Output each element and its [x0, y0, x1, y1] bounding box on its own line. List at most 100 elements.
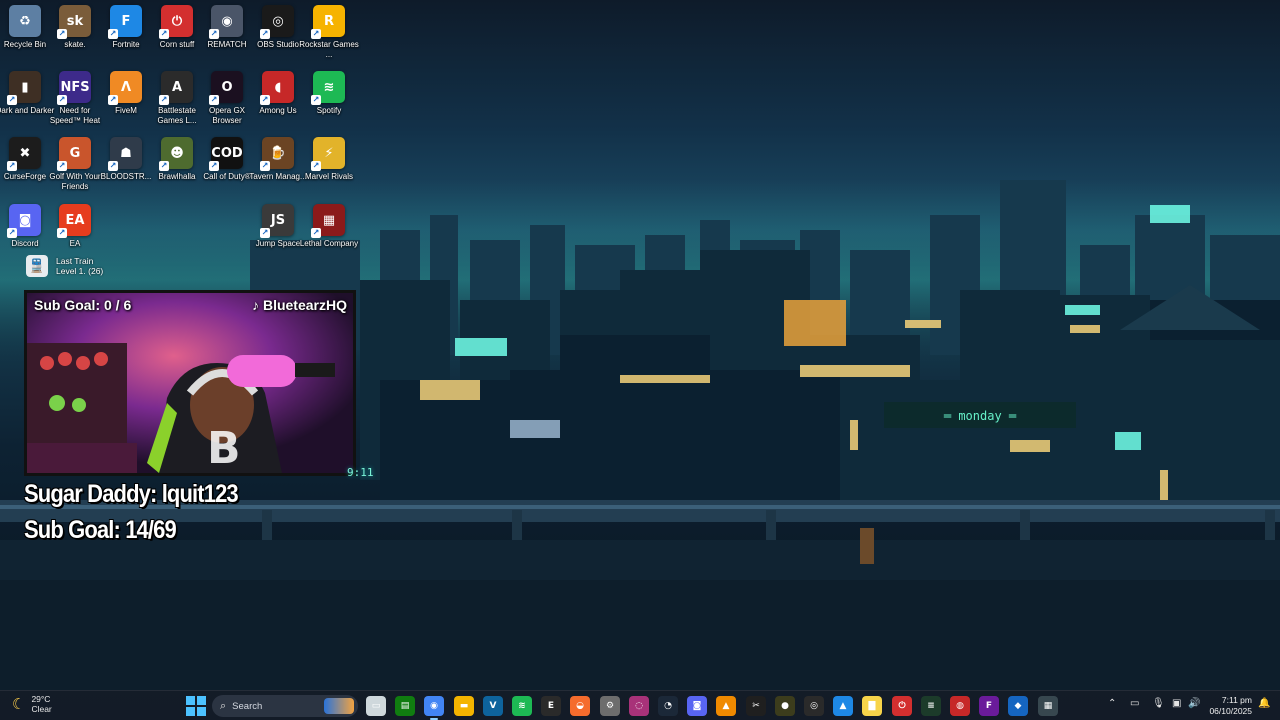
desktop-icon-label: Marvel Rivals	[304, 172, 353, 181]
desktop-icon-need-for-speed[interactable]: NFS ↗ Need for Speed™ Heat	[50, 71, 100, 137]
vlc-icon[interactable]: ▲	[716, 696, 736, 716]
sugar-daddy-text: Sugar Daddy: lquit123	[24, 480, 239, 508]
folder-icon[interactable]: ▬	[454, 696, 474, 716]
desktop-icon-jump-space[interactable]: JS ↗ Jump Space	[253, 204, 303, 270]
weather-widget[interactable]: ☾ 29°C Clear	[12, 694, 52, 714]
desktop-icon-lethal-company[interactable]: ▦ ↗ Lethal Company	[300, 204, 358, 270]
desktop-icon-spotify[interactable]: ≋ ↗ Spotify	[304, 71, 354, 137]
desktop-icon-opera-gx[interactable]: O ↗ Opera GX Browser	[202, 71, 252, 137]
train-icon: 🚆	[26, 255, 48, 277]
desktop-icon-rematch-ball[interactable]: ◉ ↗ REMATCH	[202, 5, 252, 71]
discord-taskbar-icon[interactable]: ◙	[687, 696, 707, 716]
vscode-icon[interactable]: V	[483, 696, 503, 716]
desktop-icon-recycle-bin[interactable]: ♻ Recycle Bin	[0, 5, 50, 71]
tiktok-icon: ♪	[251, 297, 259, 313]
volume-icon[interactable]: 🔊	[1188, 698, 1200, 709]
shortcut-arrow-icon: ↗	[311, 228, 321, 238]
cam-sub-goal: Sub Goal: 0 / 6	[34, 297, 132, 313]
windows-logo-icon	[186, 696, 195, 705]
shortcut-arrow-icon: ↗	[209, 95, 219, 105]
battlestate-games-icon: A ↗	[159, 71, 193, 105]
tablet-icon[interactable]: ▭	[1130, 698, 1139, 709]
clock-date: 06/10/2025	[1209, 706, 1252, 716]
lethal-company-icon: ▦ ↗	[311, 204, 345, 238]
desktop-item-last-train[interactable]: 🚆 Last Train Level 1. (26)	[26, 255, 103, 277]
network-icon[interactable]: ▣	[1172, 698, 1181, 709]
f-app-icon[interactable]: F	[979, 696, 999, 716]
desktop-icon-label: EA	[69, 239, 81, 248]
spotify-taskbar-icon[interactable]: ≋	[512, 696, 532, 716]
shortcut-arrow-icon: ↗	[260, 29, 270, 39]
wallpaper-timer: 9:11	[347, 466, 374, 479]
windows-logo-pane	[197, 707, 206, 716]
moon-icon: ☾	[12, 696, 26, 713]
red-app-icon[interactable]: ◍	[950, 696, 970, 716]
chrome-icon[interactable]: ◉	[424, 696, 444, 720]
discord-icon: ◙ ↗	[7, 204, 41, 238]
desktop-icon-dark-and-darker[interactable]: ▮ ↗ Dark and Darker	[0, 71, 54, 137]
call-of-duty-icon: COD ↗	[209, 137, 243, 171]
taskbar-clock[interactable]: 7:11 pm 06/10/2025	[1208, 695, 1252, 717]
desktop-icon-fivem[interactable]: Λ ↗ FiveM	[101, 71, 151, 137]
photos-icon[interactable]: ▲	[833, 696, 853, 716]
desktop-icon-curseforge[interactable]: ✖ ↗ CurseForge	[0, 137, 50, 203]
opera-gx-icon: O ↗	[209, 71, 243, 105]
game-app-icon[interactable]: ●	[775, 696, 795, 716]
start-button[interactable]	[186, 696, 206, 716]
rematch-ball-icon: ◉ ↗	[209, 5, 243, 39]
shortcut-arrow-icon: ↗	[57, 95, 67, 105]
notification-bell-icon[interactable]: 🔔	[1258, 698, 1270, 709]
taskbar-search[interactable]: ⌕ Search	[212, 695, 358, 717]
epic-games-icon[interactable]: E	[541, 696, 561, 716]
chevron-up-icon[interactable]: ⌃	[1108, 698, 1116, 709]
xbox-app-icon[interactable]: ▤	[395, 696, 415, 716]
desktop-icon-power-button[interactable]: ⏻ ↗ Corn stuff	[152, 5, 202, 71]
desktop-icon-fortnite[interactable]: F ↗ Fortnite	[101, 5, 151, 71]
search-placeholder: Search	[232, 700, 263, 712]
desktop-icon-skate-game[interactable]: sk ↗ skate.	[50, 5, 100, 71]
search-icon: ⌕	[220, 699, 227, 712]
shortcut-arrow-icon: ↗	[209, 161, 219, 171]
desktop-icon-bloodstrike[interactable]: ☗ ↗ BLOODSTR...	[101, 137, 151, 203]
desktop-icon-marvel-rivals[interactable]: ⚡ ↗ Marvel Rivals	[304, 137, 354, 203]
shortcut-arrow-icon: ↗	[7, 95, 17, 105]
windows-logo-pane	[186, 707, 195, 716]
capcut-icon[interactable]: ✂	[746, 696, 766, 716]
shortcut-arrow-icon: ↗	[7, 228, 17, 238]
desktop-icon-tavern-manager[interactable]: 🍺 ↗ Tavern Manag...	[249, 137, 307, 203]
desktop-icon-among-us[interactable]: ◖ ↗ Among Us	[253, 71, 303, 137]
desktop-icon-label: Spotify	[316, 106, 342, 115]
settings-app-icon[interactable]: ⚙	[600, 696, 620, 716]
desktop-icon-obs-studio[interactable]: ◎ ↗ OBS Studio	[253, 5, 303, 71]
shortcut-arrow-icon: ↗	[108, 29, 118, 39]
blue-app-icon[interactable]: ◆	[1008, 696, 1028, 716]
curseforge-icon: ✖ ↗	[7, 137, 41, 171]
shortcut-arrow-icon: ↗	[311, 161, 321, 171]
shortcut-arrow-icon: ↗	[57, 29, 67, 39]
windows-logo-pane	[197, 696, 206, 705]
sticky-notes-icon[interactable]: ▇	[862, 696, 882, 716]
desktop-icon-brawlhalla[interactable]: ☻ ↗ Brawlhalla	[152, 137, 202, 203]
power-app-icon[interactable]: ⏻	[892, 696, 912, 716]
desktop-icon-call-of-duty[interactable]: COD ↗ Call of Duty®	[202, 137, 252, 203]
terminal-icon[interactable]: ≡	[921, 696, 941, 716]
search-highlight-image	[324, 698, 354, 714]
rockstar-games-icon: R ↗	[311, 5, 345, 39]
steam-icon[interactable]: ◔	[658, 696, 678, 716]
sub-goal-text: Sub Goal: 14/69	[24, 516, 177, 544]
gx-app-icon[interactable]: ◌	[629, 696, 649, 716]
microphone-icon[interactable]: 🎙	[1152, 698, 1165, 709]
shortcut-arrow-icon: ↗	[7, 161, 17, 171]
desktop-icon-golf-with-friends[interactable]: G ↗ Golf With Your Friends	[49, 137, 101, 203]
obs-studio-icon: ◎ ↗	[260, 5, 294, 39]
origin-icon[interactable]: ◒	[570, 696, 590, 716]
file-explorer-icon[interactable]: ▭	[366, 696, 386, 716]
recycle-bin-icon: ♻	[9, 5, 41, 37]
desktop-icon-rockstar-games[interactable]: R ↗ Rockstar Games ...	[299, 5, 359, 71]
webcam-feed-image: B	[27, 293, 353, 473]
shortcut-arrow-icon: ↗	[209, 29, 219, 39]
round-app-icon[interactable]: ▦	[1038, 696, 1058, 716]
shortcut-arrow-icon: ↗	[260, 228, 270, 238]
obs-taskbar-icon[interactable]: ◎	[804, 696, 824, 716]
desktop-icon-battlestate-games[interactable]: A ↗ Battlestate Games L...	[152, 71, 202, 137]
